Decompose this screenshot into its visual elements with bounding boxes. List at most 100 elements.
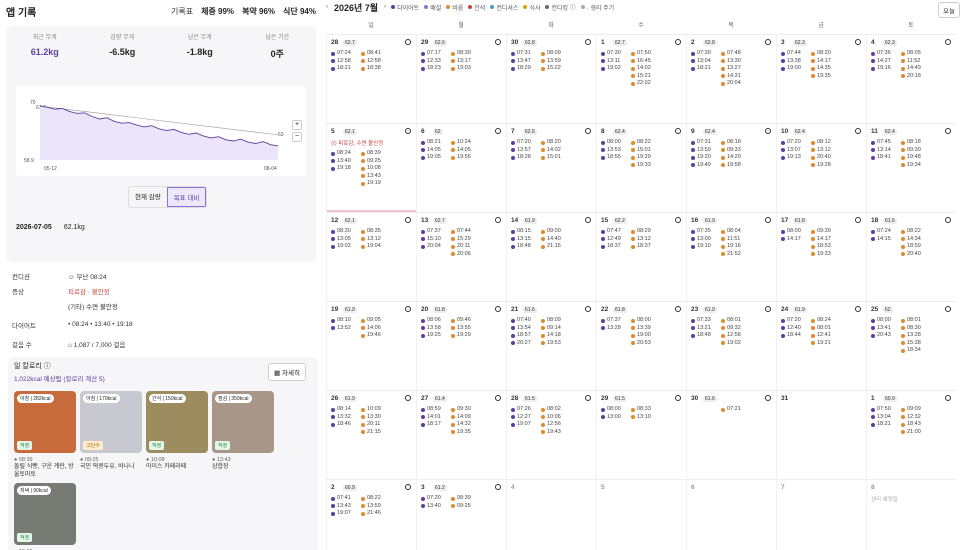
calendar-day[interactable]: 12 62.1 08:30 08:35 13:05 13:12 19:02 19:04 [326, 212, 416, 301]
entry-dot [421, 237, 425, 242]
today-button[interactable]: 오늘 [938, 2, 960, 18]
day-entry: 07:26 08:02 [511, 406, 592, 414]
calendar-day[interactable]: 20 61.8 08:06 09:46 13:58 13:55 19:25 19:29 [416, 301, 506, 390]
chevron-left-icon[interactable]: ‹ [326, 4, 328, 10]
weight-chart: 70 67.7 63 58.9 05-12 08-04 + − [16, 86, 306, 176]
detail-button[interactable]: ▦ 자세히 [268, 363, 306, 381]
calendar-day[interactable]: 3 62.3 07:44 08:20 13:38 14:17 19:00 14:35 19:35 [776, 34, 866, 123]
calendar-day[interactable]: 13 62.7 07:37 07:44 15:10 15:29 20:04 20:11 20:0… [416, 212, 506, 301]
entry-dot [541, 155, 545, 160]
zoom-in-button[interactable]: + [292, 120, 302, 130]
entry-dot [511, 59, 515, 64]
entry-dot [361, 159, 365, 164]
calendar-day[interactable]: 8 생리 예정일 [866, 479, 956, 550]
legend-item: 비움 [446, 3, 463, 12]
entry-dot [631, 341, 635, 346]
entry-dot [451, 252, 455, 257]
entry-dot [361, 504, 365, 509]
calendar-day[interactable]: 9 62.4 07:31 08:18 13:59 09:33 19:20 14:20 19:49… [686, 123, 776, 212]
calendar-day[interactable]: 24 61.9 07:20 08:24 12:40 08:01 18:44 12:41 19:2… [776, 301, 866, 390]
calendar-day[interactable]: 17 61.8 08:00 09:39 14:17 14:17 18:53 19:33 [776, 212, 866, 301]
calendar-day[interactable]: 19 61.9 08:10 09:05 13:52 14:06 19:46 [326, 301, 416, 390]
entry-dot [901, 244, 905, 249]
progress-ring-icon [765, 395, 771, 401]
entry-dot [871, 51, 875, 56]
day-entry: 20:18 [871, 73, 952, 81]
entry-dot [781, 318, 785, 323]
calendar-day[interactable]: 26 61.9 08:14 10:09 13:32 13:30 18:46 20:11 21:1… [326, 390, 416, 479]
calendar-day[interactable]: 18 61.6 07:24 08:22 14:15 14:34 18:59 20:40 [866, 212, 956, 301]
toggle-current-loss[interactable]: 현재 감량 [129, 187, 167, 207]
tab-medication[interactable]: 복약 96% [242, 6, 275, 17]
day-entry: 13:15 14:40 [511, 236, 592, 244]
day-entry: 20:43 13:28 [871, 332, 952, 340]
calendar-day[interactable]: 16 61.9 07:35 08:04 13:00 11:51 19:10 19:16 21:5… [686, 212, 776, 301]
day-entry: 20:53 [601, 340, 682, 348]
calendar-day[interactable]: 4 62.3 07:36 08:05 14:27 11:52 19:16 14:49 20:18 [866, 34, 956, 123]
day-entry: 14:27 11:52 [871, 58, 952, 66]
calendar-day[interactable]: 28 62.7 07:24 08:41 12:58 12:58 18:21 18:38 [326, 34, 416, 123]
meal-item[interactable]: 점심 | 350kcal 적정 ● 13:43 삼합장 [212, 391, 274, 471]
calendar-day[interactable]: 1 62.7 07:30 07:50 13:11 16:45 19:02 14:02 15:21… [596, 34, 686, 123]
calendar-day[interactable]: 15 62.2 07:47 08:29 12:49 13:12 18:37 18:37 [596, 212, 686, 301]
calendar-day[interactable]: 31 [776, 390, 866, 479]
meal-item[interactable]: 간식 | 150kcal 적정 ● 10:08 아이스 카페라떼 [146, 391, 208, 471]
calendar-day[interactable]: 2 62.8 07:30 07:48 13:04 13:30 18:21 13:27 14:31… [686, 34, 776, 123]
tab-diet[interactable]: 식단 94% [283, 6, 316, 17]
meal-item[interactable]: 아침 | 170kcal 고단수 ● 09:25 국민 떡콩두유, 바나나 [80, 391, 142, 471]
entry-dot [511, 229, 515, 234]
day-note: ☹ 피로감, 수면 불안정 [331, 141, 384, 147]
calendar-day[interactable]: 6 [686, 479, 776, 550]
calendar-day[interactable]: 8 62.4 08:00 08:22 13:53 15:01 18:55 19:29 19:33 [596, 123, 686, 212]
entry-dot [871, 333, 875, 338]
calendar-day[interactable]: 29 62.6 07:17 08:30 12:33 13:17 18:23 19:03 [416, 34, 506, 123]
toggle-vs-target[interactable]: 목표 대비 [166, 187, 207, 207]
meal-item[interactable]: 저녁 | 90kcal적정● 19:19검은콩 두유 [14, 483, 76, 550]
entry-dot [331, 51, 335, 56]
calendar-day[interactable]: 7 62.6 07:20 08:20 13:57 14:02 18:28 15:01 [506, 123, 596, 212]
calendar-day[interactable]: 1 60.9 07:50 09:09 13:04 12:32 18:21 18:43 21:00 [866, 390, 956, 479]
calendar-day[interactable]: 30 62.8 07:31 08:09 13:47 13:59 18:29 15:22 [506, 34, 596, 123]
calendar-day[interactable]: 3 61.2 07:20 08:39 13:40 09:25 [416, 479, 506, 550]
page-title: 앱 기록 [6, 7, 37, 19]
calendar-day[interactable]: 21 61.6 07:40 08:09 13:54 09:14 18:57 14:18 20:2… [506, 301, 596, 390]
calendar-day[interactable]: 5 [596, 479, 686, 550]
day-entry: 18:21 18:38 [331, 65, 412, 73]
calendar-day[interactable]: 25 62 08:00 08:01 13:41 08:30 20:43 13:28 15:38 1… [866, 301, 956, 390]
day-entry: 13:58 13:55 [421, 325, 502, 333]
day-weight: 62.6 [433, 39, 447, 46]
day-entry: 07:45 08:18 [871, 139, 952, 147]
entry-dot [811, 163, 815, 168]
entry-dot [781, 155, 785, 160]
meal-item[interactable]: 아침 | 282kcal 적정 ● 08:39 돌릴 식빵, 구운 계란, 방울토마토 [14, 391, 76, 479]
meal-desc: 아이스 카페라떼 [146, 464, 187, 470]
calendar-day[interactable]: 2 60.9 07:41 08:22 13:43 13:59 19:07 21:46 [326, 479, 416, 550]
weight-summary-card: 최근 무게 61.2kg 감량 무게 -6.5kg 남은 무게 -1.8kg 남은 기… [6, 26, 316, 262]
calendar-day[interactable]: 28 61.5 07:26 08:02 12:27 10:06 19:07 12:56 19:4… [506, 390, 596, 479]
zoom-out-button[interactable]: − [292, 132, 302, 142]
calendar-day[interactable]: 22 61.8 07:37 08:00 13:28 13:39 19:00 20:53 [596, 301, 686, 390]
day-number: 18 [871, 217, 879, 224]
calendar-day[interactable]: 11 62.4 07:45 08:18 13:14 09:30 18:41 19:48 19:3… [866, 123, 956, 212]
tab-weight[interactable]: 체중 99% [201, 6, 234, 17]
day-entry: 18:48 12:58 [691, 332, 772, 340]
record-weight: 62.1kg [63, 223, 85, 231]
calendar-day[interactable]: 4 [506, 479, 596, 550]
entry-dot [691, 148, 695, 153]
entry-dot [451, 237, 455, 242]
calendar-day[interactable]: 23 61.9 07:33 08:01 13:21 09:32 18:48 12:58 19:0… [686, 301, 776, 390]
entry-dot [721, 155, 725, 160]
calendar-day[interactable]: 7 [776, 479, 866, 550]
calendar-day[interactable]: 5 62.1 ☹ 피로감, 수면 불안정 08:24 08:39 13:40 09:25 19… [326, 123, 416, 212]
legend-dot [490, 5, 495, 9]
calendar-day[interactable]: 27 61.4 08:59 09:30 14:01 14:09 18:17 14:32 19:3… [416, 390, 506, 479]
calendar-day[interactable]: 14 61.9 08:15 09:00 13:15 14:40 18:48 21:15 [506, 212, 596, 301]
calendar-day[interactable]: 29 61.5 08:00 08:33 13:00 13:10 [596, 390, 686, 479]
day-weight: 62.7 [343, 39, 357, 46]
day-entry: 13:53 15:01 [601, 147, 682, 155]
entry-dot [811, 341, 815, 346]
tab-record-table[interactable]: 기록표 [171, 6, 193, 17]
calendar-day[interactable]: 10 62.4 07:20 08:12 13:07 13:12 19:13 20:40 19:2… [776, 123, 866, 212]
calendar-day[interactable]: 30 61.6 07:21 [686, 390, 776, 479]
calendar-day[interactable]: 6 62 08:21 10:24 14:05 14:05 19:05 19:56 [416, 123, 506, 212]
